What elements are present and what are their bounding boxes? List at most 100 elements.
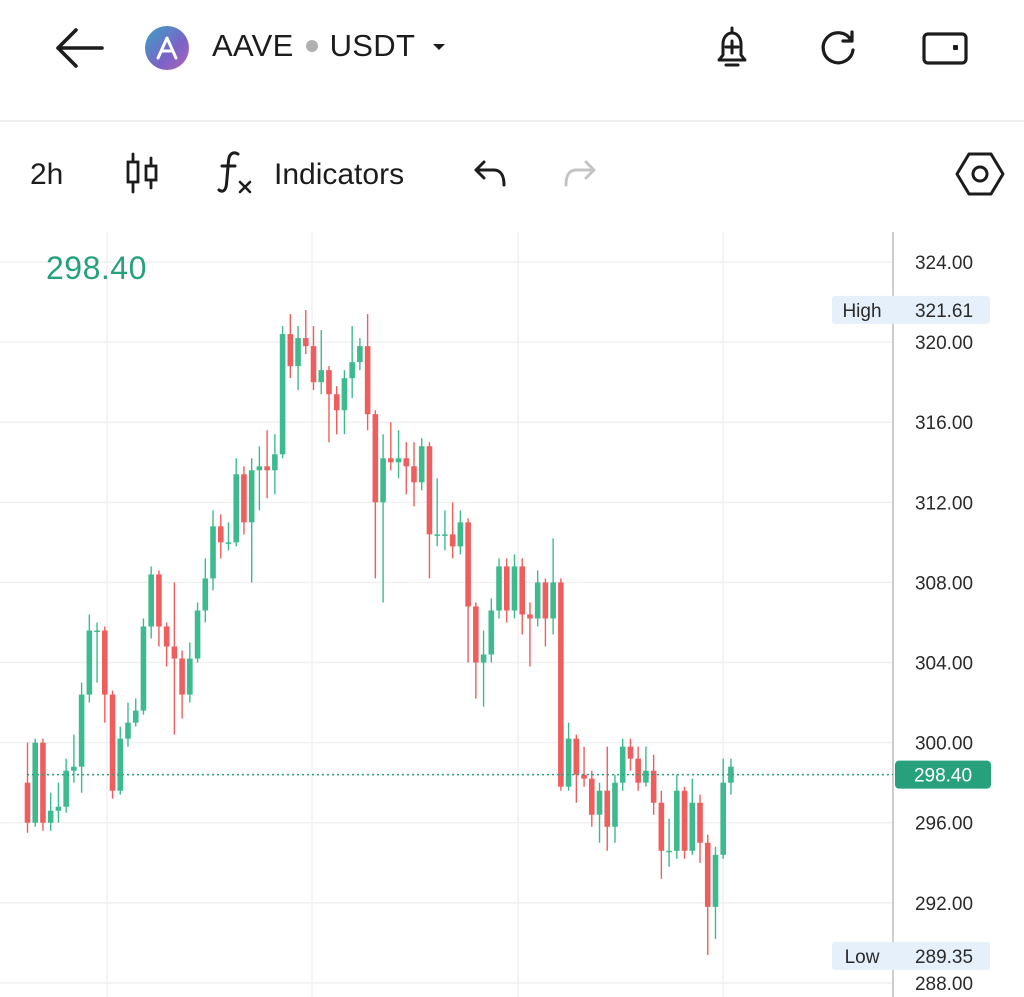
candle-body xyxy=(395,458,402,463)
candle-body xyxy=(480,654,487,663)
candle-body xyxy=(403,458,410,467)
candle-body xyxy=(681,790,688,851)
candle-body xyxy=(388,458,394,463)
candle-body xyxy=(233,474,240,543)
candle-body xyxy=(210,526,216,579)
timeframe-selector[interactable]: 2h xyxy=(30,158,63,192)
candle-body xyxy=(302,338,309,347)
y-tick-label: 320.00 xyxy=(915,333,973,354)
candle-body xyxy=(704,842,711,907)
candle-body xyxy=(418,446,425,483)
base-asset: AAVE xyxy=(212,28,294,63)
wallet-icon[interactable] xyxy=(920,24,968,72)
candle-body xyxy=(86,630,93,695)
candle-body xyxy=(650,770,657,803)
candle-body xyxy=(627,746,634,759)
candle-body xyxy=(333,394,340,411)
candle-body xyxy=(658,802,665,851)
pair-separator-dot xyxy=(305,40,318,52)
candle-body xyxy=(542,582,549,619)
price-alert-bell-icon[interactable] xyxy=(708,24,756,72)
candle-body xyxy=(217,526,224,543)
candle-body xyxy=(519,566,526,615)
candle-body xyxy=(720,782,726,855)
app-header: AAVE USDT xyxy=(0,0,1024,122)
candle-body xyxy=(102,630,108,695)
candle-body xyxy=(473,606,479,663)
candle-body xyxy=(125,722,131,739)
candle-body xyxy=(32,742,39,823)
candle-body xyxy=(264,466,270,471)
candle-body xyxy=(40,742,46,823)
candle-body xyxy=(364,346,371,415)
chart-toolbar: 2h Indicators xyxy=(0,124,1024,224)
candle-body xyxy=(449,534,456,547)
candle-body xyxy=(411,466,417,483)
refresh-icon[interactable] xyxy=(814,24,862,72)
candle-body xyxy=(596,790,603,815)
caret-down-icon[interactable] xyxy=(430,38,448,56)
settings-hexagon-icon[interactable] xyxy=(954,150,1006,198)
trading-pair-selector[interactable]: AAVE USDT xyxy=(212,28,415,64)
candle-body xyxy=(434,534,440,536)
candle-body xyxy=(187,658,193,695)
candle-body xyxy=(24,782,31,823)
candle-body xyxy=(241,474,247,523)
candle-body xyxy=(534,582,541,619)
candle-body xyxy=(635,758,641,783)
candle-body xyxy=(372,414,379,503)
y-tick-label: 304.00 xyxy=(915,654,973,675)
candle-body xyxy=(55,806,62,811)
candle-body xyxy=(465,522,471,607)
candle-body xyxy=(109,694,116,791)
undo-icon[interactable] xyxy=(472,158,508,190)
candle-body xyxy=(349,362,355,379)
candle-body xyxy=(310,346,317,383)
y-tick-label: 308.00 xyxy=(915,573,973,594)
candle-body xyxy=(488,610,495,655)
candle-body xyxy=(643,770,649,783)
candle-body xyxy=(588,778,595,815)
candle-body xyxy=(295,338,301,367)
candle-body xyxy=(194,610,201,659)
candle-body xyxy=(63,770,69,807)
redo-icon[interactable] xyxy=(562,158,598,190)
high-marker-value: 321.61 xyxy=(915,301,973,322)
candle-body xyxy=(248,470,255,523)
candle-body xyxy=(689,802,696,851)
candle-body xyxy=(712,854,719,907)
candle-body xyxy=(426,446,433,535)
y-tick-label: 324.00 xyxy=(915,253,973,274)
y-tick-label: 316.00 xyxy=(915,413,973,434)
candle-body xyxy=(326,370,332,395)
candle-body xyxy=(318,370,325,383)
indicators-button[interactable]: Indicators xyxy=(274,158,404,192)
candle-body xyxy=(527,614,533,619)
candle-body xyxy=(457,522,464,547)
y-tick-label: 288.00 xyxy=(915,974,973,995)
candle-body xyxy=(287,334,294,367)
candle-body xyxy=(140,626,147,711)
candle-body xyxy=(697,802,703,843)
candle-body xyxy=(179,658,185,695)
candle-body xyxy=(619,746,626,783)
aave-logo-icon xyxy=(145,26,189,70)
candle-body xyxy=(279,334,286,455)
candle-body xyxy=(163,626,170,647)
candle-body xyxy=(225,542,232,544)
candle-body xyxy=(503,566,510,611)
candle-body xyxy=(550,582,556,619)
back-arrow-icon[interactable] xyxy=(52,26,106,70)
candle-body xyxy=(148,574,154,627)
candle-body xyxy=(341,378,348,411)
fx-indicators-icon[interactable] xyxy=(216,148,256,200)
candlestick-chart[interactable]: 324.00 320.00 316.00 312.00 308.00 304.00 300.… xyxy=(0,232,1024,997)
y-tick-label: 312.00 xyxy=(915,493,973,514)
candle-body xyxy=(496,566,502,611)
candle-body xyxy=(47,810,54,823)
quote-asset: USDT xyxy=(329,28,416,63)
candle-body xyxy=(573,738,580,775)
candle-body xyxy=(565,738,572,787)
candlestick-type-icon[interactable] xyxy=(124,150,160,196)
last-price-badge-value: 298.40 xyxy=(914,766,972,787)
